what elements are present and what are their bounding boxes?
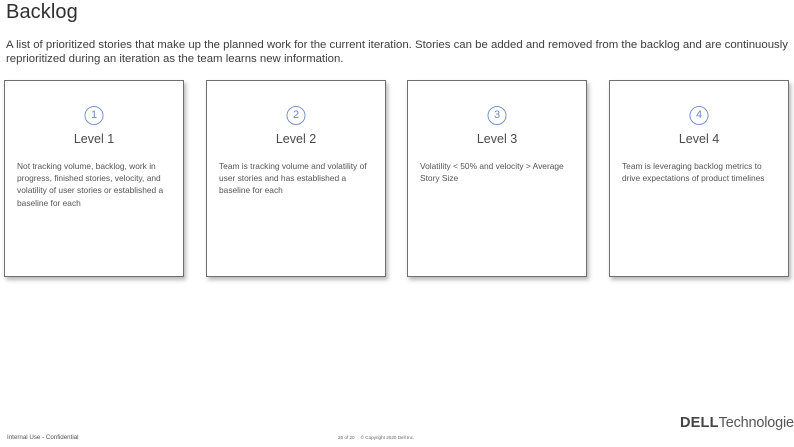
copyright-text: © Copyright 2020 Dell Inc. — [360, 435, 415, 440]
level-card-description: Volatility < 50% and velocity > Average … — [420, 161, 564, 184]
number-4-icon: 4 — [689, 106, 709, 125]
logo-suffix: Technologies — [718, 415, 794, 431]
slide-title: Backlog — [6, 1, 78, 23]
level-card-description: Team is tracking volume and volatility o… — [219, 161, 367, 196]
level-card-title: Level 4 — [678, 132, 720, 146]
level-card-3: 3 Level 3 Volatility < 50% and velocity … — [407, 80, 587, 277]
level-card-title: Level 3 — [476, 132, 518, 146]
level-card-title: Level 1 — [73, 132, 115, 146]
number-2-icon: 2 — [286, 106, 306, 125]
page-number: 26 of 20 — [338, 435, 355, 440]
number-3-icon: 3 — [487, 106, 507, 125]
confidentiality-label: Internal Use - Confidential — [7, 434, 79, 441]
slide-intro-text: A list of prioritized stories that make … — [6, 39, 788, 65]
level-card-2: 2 Level 2 Team is tracking volume and vo… — [206, 80, 386, 277]
dell-technologies-logo: DELLTechnologies — [680, 415, 794, 431]
level-card-description: Team is leveraging backlog metrics to dr… — [622, 161, 765, 184]
number-1-icon: 1 — [84, 106, 104, 125]
footer-page-info: 26 of 20 © Copyright 2020 Dell Inc. — [338, 435, 414, 440]
level-card-title: Level 2 — [275, 132, 317, 146]
level-card-description: Not tracking volume, backlog, work in pr… — [17, 161, 164, 208]
level-cards: 1 Level 1 Not tracking volume, backlog, … — [0, 80, 794, 280]
logo-brand: DELL — [680, 415, 719, 431]
level-card-1: 1 Level 1 Not tracking volume, backlog, … — [4, 80, 184, 277]
level-card-4: 4 Level 4 Team is leveraging backlog met… — [609, 80, 789, 277]
